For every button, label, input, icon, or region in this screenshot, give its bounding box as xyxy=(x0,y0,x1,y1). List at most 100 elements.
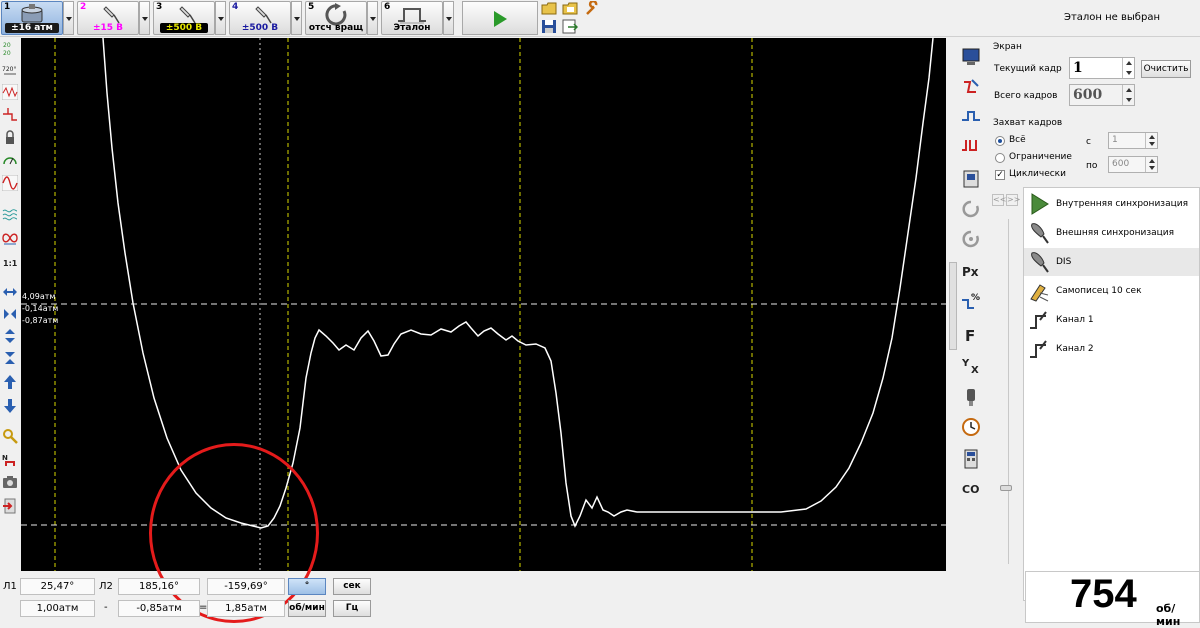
channel-2-button[interactable]: 2 ±15 В xyxy=(77,1,139,35)
to-spinner[interactable]: 600 xyxy=(1108,156,1158,173)
lock-icon[interactable] xyxy=(2,130,18,146)
rotate2-icon[interactable] xyxy=(960,228,982,250)
sync-icon[interactable] xyxy=(960,76,982,98)
oscilloscope-display[interactable]: 4,09атм -0,14атм -0,87атм xyxy=(21,38,946,571)
sync-item-dis[interactable]: DIS xyxy=(1024,248,1199,276)
cyclic-checkbox[interactable]: ✓ xyxy=(995,170,1005,180)
arrow-down-icon[interactable] xyxy=(2,398,18,414)
channel-4-button[interactable]: 4 ±500 В xyxy=(229,1,291,35)
channel-2-dropdown[interactable] xyxy=(139,1,150,35)
nav-prev-button[interactable]: << xyxy=(992,194,1006,206)
screen-section-title: Экран xyxy=(993,42,1022,52)
cursor-label-1: 4,09атм xyxy=(22,292,56,301)
grid-count-icon[interactable]: 2020 xyxy=(2,40,18,56)
unit-degrees-button[interactable]: ° xyxy=(288,578,326,595)
svg-text:CO: CO xyxy=(962,483,979,496)
open-folder-icon[interactable] xyxy=(541,1,557,16)
calc-icon[interactable] xyxy=(960,448,982,470)
compress-vertical-icon[interactable] xyxy=(2,350,18,366)
channel-range: ±500 В xyxy=(160,23,208,33)
side-panel-toggle[interactable] xyxy=(949,262,957,350)
angle-720-icon[interactable]: 720° xyxy=(2,62,18,78)
delta-angle-value: -159,69° xyxy=(207,578,285,595)
channel-5-dropdown[interactable] xyxy=(367,1,378,35)
yx-icon[interactable]: YX xyxy=(960,354,982,376)
save-icon[interactable] xyxy=(541,19,557,34)
channel-1-dropdown[interactable] xyxy=(63,1,74,35)
gauge-icon[interactable] xyxy=(2,152,18,168)
l2-label: Л2 xyxy=(99,581,113,592)
exit-icon[interactable] xyxy=(2,498,18,514)
channel-5-button[interactable]: 5 отсч вращ xyxy=(305,1,367,35)
percent-icon[interactable]: % xyxy=(960,290,982,312)
sync-item-internal[interactable]: Внутренняя синхронизация xyxy=(1024,190,1199,218)
sync-item-recorder[interactable]: Самописец 10 сек xyxy=(1024,277,1199,305)
total-frames-spinner[interactable]: 600 xyxy=(1069,84,1135,106)
camera-icon[interactable] xyxy=(2,474,18,490)
unit-hz-button[interactable]: Гц xyxy=(333,600,371,617)
arrow-up-icon[interactable] xyxy=(2,374,18,390)
minus-sign: - xyxy=(104,602,108,613)
measure-icon[interactable]: N xyxy=(2,452,18,468)
compress-horizontal-icon[interactable] xyxy=(2,306,18,322)
open-file-icon[interactable] xyxy=(562,1,578,16)
capture-section-title: Захват кадров xyxy=(993,118,1063,128)
zoom-slider-handle[interactable] xyxy=(1000,485,1012,491)
expand-vertical-icon[interactable] xyxy=(2,328,18,344)
trigger2-icon[interactable] xyxy=(960,136,982,158)
spinner-arrows[interactable] xyxy=(1145,133,1157,148)
top-toolbar: 1 ±16 атм 2 ±15 В 3 ±500 В 4 ±500 В 5 от… xyxy=(0,0,1200,37)
sync-item-external[interactable]: Внешняя синхронизация xyxy=(1024,219,1199,247)
channel-6-dropdown[interactable] xyxy=(443,1,454,35)
channel-3-button[interactable]: 3 ±500 В xyxy=(153,1,215,35)
multi-wave-icon[interactable] xyxy=(2,206,18,222)
right-toolbar: Px % F YX CO xyxy=(958,42,984,522)
play-button[interactable] xyxy=(462,1,538,35)
expand-horizontal-icon[interactable] xyxy=(2,284,18,300)
settings-wrench-icon[interactable] xyxy=(584,1,600,16)
channel-4-dropdown[interactable] xyxy=(291,1,302,35)
probe-icon xyxy=(1031,223,1049,244)
list-scrollbar[interactable] xyxy=(1008,219,1015,564)
waveform-icon[interactable] xyxy=(2,84,18,100)
probe-icon[interactable] xyxy=(960,386,982,408)
clear-button[interactable]: Очистить xyxy=(1141,60,1191,78)
unit-seconds-button[interactable]: сек xyxy=(333,578,371,595)
channel-3-dropdown[interactable] xyxy=(215,1,226,35)
scale-1-1-icon[interactable]: 1:1 xyxy=(2,254,18,270)
nav-next-button[interactable]: >> xyxy=(1006,194,1020,206)
trigger-icon[interactable] xyxy=(960,106,982,128)
from-value: 1 xyxy=(1112,135,1118,145)
unit-rpm-button[interactable]: об/мин xyxy=(288,600,326,617)
pulse-icon[interactable] xyxy=(2,106,18,122)
sync-item-channel-1[interactable]: Канал 1 xyxy=(1024,306,1199,334)
clock-icon[interactable] xyxy=(960,416,982,438)
f-icon[interactable]: F xyxy=(960,324,982,346)
l1-angle-value: 25,47° xyxy=(20,578,95,595)
spinner-arrows[interactable] xyxy=(1122,58,1134,78)
spinner-arrows[interactable] xyxy=(1145,157,1157,172)
current-frame-spinner[interactable]: 1 xyxy=(1069,57,1135,79)
pressure-trace xyxy=(102,38,934,529)
screen-icon[interactable] xyxy=(960,46,982,68)
current-frame-label: Текущий кадр xyxy=(994,64,1062,74)
infinity-icon[interactable] xyxy=(2,230,18,246)
capture-limit-radio[interactable] xyxy=(995,153,1005,163)
magnifier-icon[interactable] xyxy=(2,428,18,444)
capture-all-radio[interactable] xyxy=(995,136,1005,146)
memory-icon[interactable] xyxy=(960,168,982,190)
cyclic-label: Циклически xyxy=(1009,169,1066,179)
co-icon[interactable]: CO xyxy=(960,478,982,500)
svg-text:N: N xyxy=(2,454,8,462)
sine-wave-icon[interactable] xyxy=(2,175,18,191)
svg-text:1:1: 1:1 xyxy=(3,259,18,268)
spinner-arrows[interactable] xyxy=(1122,85,1134,105)
channel-number: 5 xyxy=(308,2,315,12)
channel-1-button[interactable]: 1 ±16 атм xyxy=(1,1,63,35)
rotate-icon[interactable] xyxy=(960,198,982,220)
px-icon[interactable]: Px xyxy=(960,260,982,282)
sync-item-channel-2[interactable]: Канал 2 xyxy=(1024,335,1199,363)
export-icon[interactable] xyxy=(562,19,578,34)
from-spinner[interactable]: 1 xyxy=(1108,132,1158,149)
channel-6-button[interactable]: 6 Эталон xyxy=(381,1,443,35)
